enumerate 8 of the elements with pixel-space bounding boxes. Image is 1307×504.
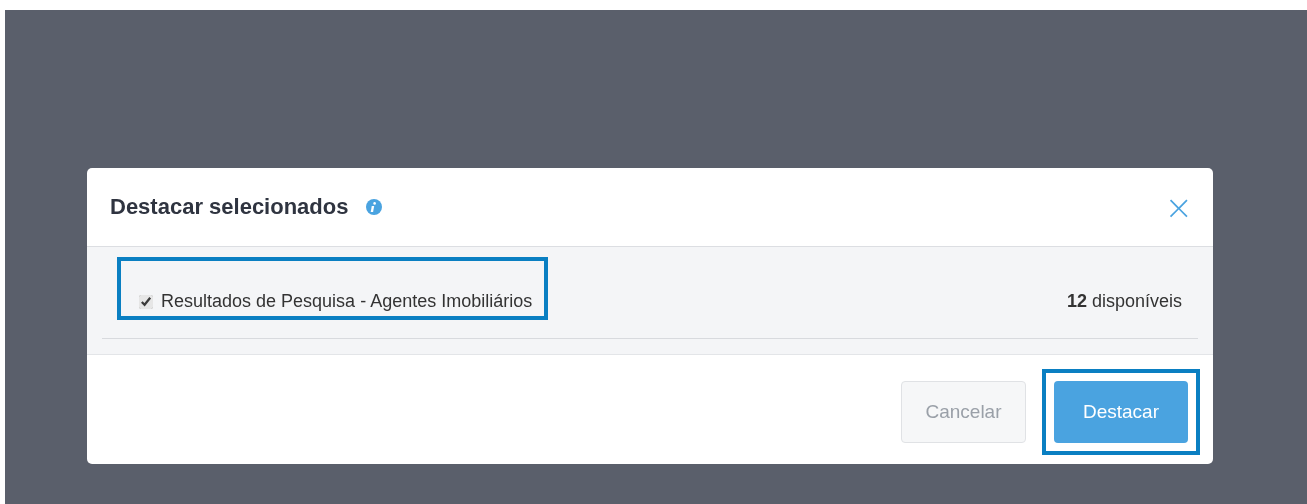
info-icon (366, 199, 383, 215)
available-count: 12 disponíveis (1066, 291, 1182, 313)
checkbox-label: Resultados de Pesquisa - Agentes Imobiliários (161, 291, 533, 312)
confirm-button[interactable]: Destacar (1054, 380, 1188, 443)
cancel-button[interactable]: Cancelar (901, 380, 1026, 443)
close-button[interactable]: × (1164, 190, 1193, 224)
dialog-title: Destacar selecionados (110, 194, 349, 220)
checkbox[interactable] (139, 294, 153, 309)
